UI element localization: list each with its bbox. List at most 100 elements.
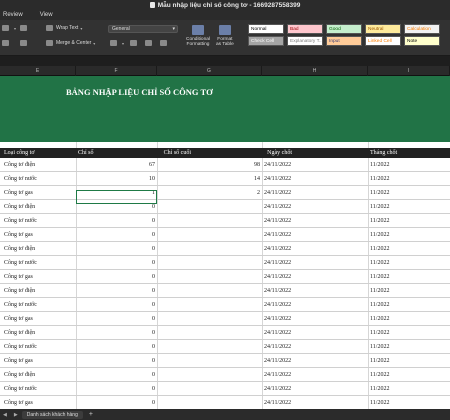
cell-close-date[interactable]: 24/11/2022	[264, 340, 291, 354]
cell-style-5[interactable]: Check Cell	[248, 36, 284, 46]
number-format-select[interactable]: General ▾	[108, 25, 178, 33]
column-header-g[interactable]: G	[157, 66, 262, 76]
format-as-table-button[interactable]: Format as Table	[216, 25, 234, 47]
cell-style-7[interactable]: Input	[326, 36, 362, 46]
cell-style-2[interactable]: Good	[326, 24, 362, 34]
header-close-month[interactable]: Tháng chốt	[370, 148, 397, 158]
active-cell-selection[interactable]	[76, 190, 157, 204]
outdent-button[interactable]	[20, 40, 30, 46]
cell-close-month[interactable]: 11/2022	[370, 228, 389, 242]
cell-close-date[interactable]: 24/11/2022	[264, 312, 291, 326]
cell-close-date[interactable]: 24/11/2022	[264, 368, 291, 382]
next-sheet-icon[interactable]: ▶	[14, 412, 18, 418]
cell-meter-type[interactable]: Công tơ nước	[4, 172, 37, 186]
cell-close-month[interactable]: 11/2022	[370, 354, 389, 368]
cell-start-reading[interactable]: 10	[76, 172, 155, 186]
cell-start-reading[interactable]: 0	[76, 284, 155, 298]
cell-end-reading[interactable]	[157, 382, 260, 396]
cell-close-month[interactable]: 11/2022	[370, 200, 389, 214]
cell-start-reading[interactable]: 0	[76, 340, 155, 354]
cell-end-reading[interactable]	[157, 242, 260, 256]
cell-close-month[interactable]: 11/2022	[370, 382, 389, 396]
cell-close-date[interactable]: 24/11/2022	[264, 396, 291, 409]
cell-close-month[interactable]: 11/2022	[370, 340, 389, 354]
cell-style-8[interactable]: Linked Cell	[365, 36, 401, 46]
decrease-decimal-button[interactable]	[160, 40, 170, 46]
percent-button[interactable]	[130, 40, 140, 46]
column-header-f[interactable]: F	[76, 66, 157, 76]
cell-meter-type[interactable]: Công tơ nước	[4, 340, 37, 354]
cell-end-reading[interactable]	[157, 368, 260, 382]
cell-style-4[interactable]: Calculation	[404, 24, 440, 34]
tab-review[interactable]: Review	[3, 12, 23, 18]
cell-close-month[interactable]: 11/2022	[370, 158, 389, 172]
cell-close-month[interactable]: 11/2022	[370, 284, 389, 298]
cell-close-date[interactable]: 24/11/2022	[264, 256, 291, 270]
cell-meter-type[interactable]: Công tơ nước	[4, 382, 37, 396]
worksheet-grid[interactable]: BẢNG NHẬP LIỆU CHỈ SỐ CÔNG TƠ Loại công …	[0, 76, 450, 409]
align-center-button[interactable]	[2, 40, 12, 46]
cell-close-date[interactable]: 24/11/2022	[264, 172, 291, 186]
cell-meter-type[interactable]: Công tơ gas	[4, 186, 33, 200]
cell-end-reading[interactable]	[157, 354, 260, 368]
cell-close-date[interactable]: 24/11/2022	[264, 354, 291, 368]
cell-close-month[interactable]: 11/2022	[370, 396, 389, 409]
wrap-text-button[interactable]: Wrap Text ▾	[46, 25, 82, 31]
header-close-date[interactable]: Ngày chốt	[262, 148, 292, 158]
cell-meter-type[interactable]: Công tơ điện	[4, 326, 35, 340]
cell-end-reading[interactable]: 14	[157, 172, 260, 186]
cell-meter-type[interactable]: Công tơ điện	[4, 200, 35, 214]
cell-start-reading[interactable]: 0	[76, 228, 155, 242]
cell-meter-type[interactable]: Công tơ điện	[4, 368, 35, 382]
add-sheet-button[interactable]: +	[89, 411, 93, 418]
cell-meter-type[interactable]: Công tơ điện	[4, 242, 35, 256]
indent-button[interactable]	[20, 25, 30, 31]
cell-end-reading[interactable]: 98	[157, 158, 260, 172]
column-header-e[interactable]: E	[0, 66, 76, 76]
cell-close-month[interactable]: 11/2022	[370, 326, 389, 340]
cell-meter-type[interactable]: Công tơ gas	[4, 228, 33, 242]
cell-close-date[interactable]: 24/11/2022	[264, 242, 291, 256]
cell-meter-type[interactable]: Công tơ gas	[4, 312, 33, 326]
cell-close-date[interactable]: 24/11/2022	[264, 200, 291, 214]
cell-style-3[interactable]: Neutral	[365, 24, 401, 34]
cell-close-month[interactable]: 11/2022	[370, 256, 389, 270]
increase-decimal-button[interactable]	[145, 40, 155, 46]
cell-end-reading[interactable]	[157, 214, 260, 228]
cell-start-reading[interactable]: 67	[76, 158, 155, 172]
cell-end-reading[interactable]	[157, 256, 260, 270]
cell-end-reading[interactable]	[157, 312, 260, 326]
cell-start-reading[interactable]: 0	[76, 368, 155, 382]
cell-close-date[interactable]: 24/11/2022	[264, 158, 291, 172]
cell-close-date[interactable]: 24/11/2022	[264, 270, 291, 284]
cell-end-reading[interactable]	[157, 200, 260, 214]
cell-close-date[interactable]: 24/11/2022	[264, 284, 291, 298]
cell-start-reading[interactable]: 0	[76, 312, 155, 326]
cell-end-reading[interactable]	[157, 340, 260, 354]
column-header-i[interactable]: I	[368, 66, 450, 76]
cell-close-date[interactable]: 24/11/2022	[264, 382, 291, 396]
cell-meter-type[interactable]: Công tơ gas	[4, 270, 33, 284]
header-end-reading[interactable]: Chỉ số cuối	[157, 148, 191, 158]
cell-meter-type[interactable]: Công tơ điện	[4, 158, 35, 172]
cell-close-date[interactable]: 24/11/2022	[264, 186, 291, 200]
currency-button[interactable]: ▾	[110, 40, 124, 46]
cell-end-reading[interactable]	[157, 326, 260, 340]
prev-sheet-icon[interactable]: ◀	[3, 412, 7, 418]
cell-end-reading[interactable]	[157, 284, 260, 298]
cell-close-month[interactable]: 11/2022	[370, 270, 389, 284]
merge-center-button[interactable]: Merge & Center ▾	[46, 40, 95, 46]
cell-end-reading[interactable]	[157, 298, 260, 312]
header-meter-type[interactable]: Loại công tơ	[4, 148, 35, 158]
align-left-button[interactable]: ▾	[2, 25, 16, 31]
cell-end-reading[interactable]	[157, 270, 260, 284]
cell-meter-type[interactable]: Công tơ gas	[4, 396, 33, 409]
tab-view[interactable]: View	[40, 12, 53, 18]
cell-close-month[interactable]: 11/2022	[370, 172, 389, 186]
cell-style-0[interactable]: Normal	[248, 24, 284, 34]
cell-meter-type[interactable]: Công tơ nước	[4, 298, 37, 312]
cell-start-reading[interactable]: 0	[76, 382, 155, 396]
cell-close-date[interactable]: 24/11/2022	[264, 326, 291, 340]
cell-end-reading[interactable]: 2	[157, 186, 260, 200]
cell-close-month[interactable]: 11/2022	[370, 186, 389, 200]
